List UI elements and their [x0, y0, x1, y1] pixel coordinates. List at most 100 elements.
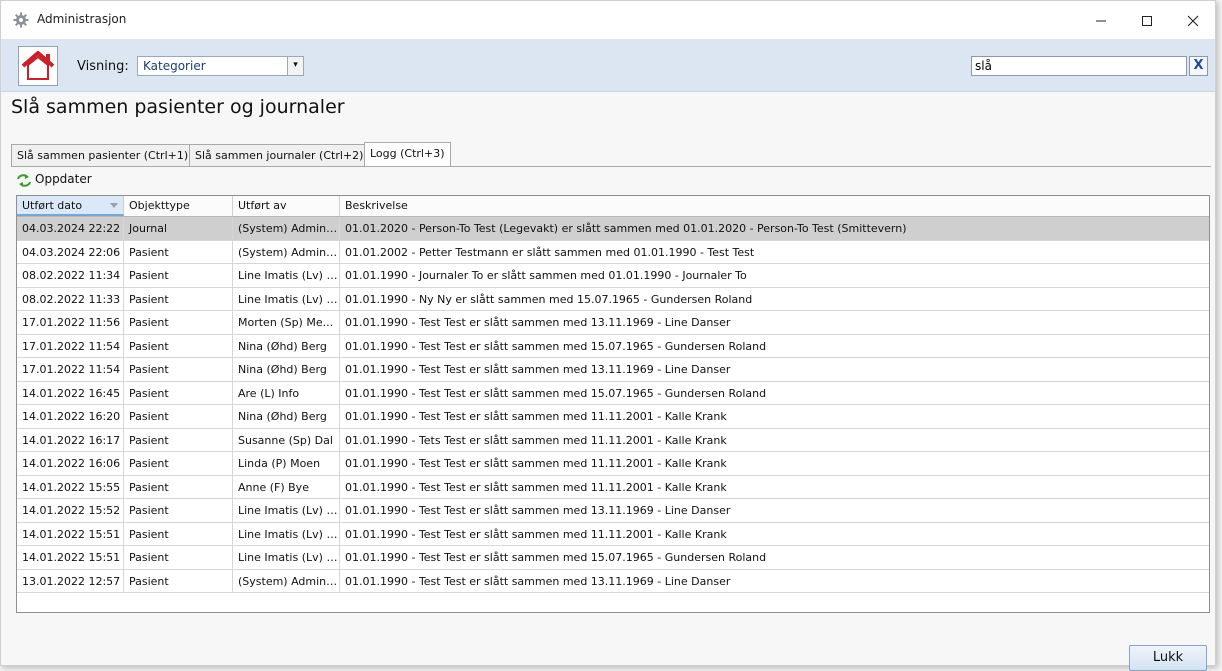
cell-object-type: Pasient	[124, 405, 233, 428]
cell-date: 17.01.2022 11:54	[17, 334, 124, 358]
table-row[interactable]: 14.01.2022 16:45 Pasient Are (L) Info 01.01…	[17, 381, 1209, 405]
cell-performed-by: Line Imatis (Lv) B...	[233, 522, 340, 546]
cell-object-type: Pasient	[124, 475, 233, 499]
cell-performed-by: (System) Admini...	[233, 217, 340, 240]
table-row[interactable]: 04.03.2024 22:22 Journal (System) Admini..…	[17, 217, 1209, 241]
cell-performed-by: (System) Admini...	[233, 240, 340, 264]
sort-descending-icon	[110, 203, 118, 208]
page-title: Slå sammen pasienter og journaler	[11, 96, 345, 118]
cell-object-type: Pasient	[124, 522, 233, 546]
view-label: Visning:	[77, 59, 129, 74]
table-row[interactable]: 14.01.2022 15:55 Pasient Anne (F) Bye 01.01…	[17, 475, 1209, 499]
home-button[interactable]	[18, 46, 58, 86]
cell-performed-by: Nina (Øhd) Berg	[233, 405, 340, 428]
cell-date: 14.01.2022 16:45	[17, 381, 124, 405]
table-row[interactable]: 04.03.2024 22:06 Pasient (System) Admini..…	[17, 240, 1209, 264]
table-row[interactable]: 08.02.2022 11:34 Pasient Line Imatis (Lv) …	[17, 264, 1209, 288]
table-row[interactable]: 14.01.2022 15:51 Pasient Line Imatis (Lv) …	[17, 522, 1209, 546]
cell-performed-by: Nina (Øhd) Berg	[233, 334, 340, 358]
table-row[interactable]: 14.01.2022 16:06 Pasient Linda (P) Moen 01.…	[17, 452, 1209, 476]
minimize-icon	[1096, 20, 1106, 21]
title-bar: Administrasjon	[1, 1, 1215, 39]
view-select-value: Kategorier	[143, 59, 206, 73]
column-header-label: Utført dato	[22, 199, 83, 212]
tab-divider	[11, 166, 1211, 167]
cell-description: 01.01.1990 - Journaler To er slått samme…	[345, 269, 747, 282]
cell-performed-by: Are (L) Info	[233, 381, 340, 405]
close-button[interactable]: Lukk	[1129, 645, 1207, 671]
cell-object-type: Pasient	[124, 381, 233, 405]
table-row[interactable]: 14.01.2022 15:51 Pasient Line Imatis (Lv) …	[17, 546, 1209, 570]
cell-performed-by: Line Imatis (Lv) B...	[233, 546, 340, 569]
cell-description: 01.01.1990 - Ny Ny er slått sammen med 1…	[345, 292, 753, 306]
close-window-button[interactable]	[1170, 5, 1216, 35]
cell-performed-by: Line Imatis (Lv) B...	[233, 499, 340, 522]
refresh-label: Oppdater	[35, 172, 92, 186]
gear-icon	[13, 12, 29, 28]
cell-performed-by: Susanne (Sp) Dal	[233, 428, 340, 452]
cell-date: 08.02.2022 11:34	[17, 264, 124, 287]
refresh-icon	[17, 174, 31, 187]
table-row[interactable]: 14.01.2022 15:52 Pasient Line Imatis (Lv) …	[17, 499, 1209, 523]
column-header-date[interactable]: Utført dato	[17, 196, 124, 216]
table-row[interactable]: 13.01.2022 12:57 Pasient (System) Admini..…	[17, 569, 1209, 593]
cell-description: 01.01.1990 - Test Test er slått sammen m…	[345, 339, 767, 353]
cell-object-type: Pasient	[124, 287, 233, 311]
cell-date: 14.01.2022 15:55	[17, 475, 124, 499]
cell-date: 14.01.2022 15:51	[17, 522, 124, 546]
cell-date: 14.01.2022 15:52	[17, 499, 124, 522]
maximize-button[interactable]	[1124, 5, 1170, 35]
cell-performed-by: Morten (Sp) Me...	[233, 311, 340, 334]
table-row[interactable]: 14.01.2022 16:20 Pasient Nina (Øhd) Berg 01…	[17, 405, 1209, 429]
cell-description: 01.01.1990 - Tets Test er slått sammen m…	[345, 433, 727, 447]
cell-description: 01.01.1990 - Test Test er slått sammen m…	[345, 410, 727, 423]
table-row[interactable]: 17.01.2022 11:54 Pasient Nina (Øhd) Berg 01…	[17, 334, 1209, 358]
cell-object-type: Pasient	[124, 569, 233, 593]
cell-date: 04.03.2024 22:22	[17, 217, 124, 240]
cell-performed-by: (System) Admini...	[233, 569, 340, 593]
cell-date: 04.03.2024 22:06	[17, 240, 124, 264]
cell-object-type: Pasient	[124, 428, 233, 452]
cell-description: 01.01.1990 - Test Test er slått sammen m…	[345, 527, 727, 541]
cell-description: 01.01.1990 - Test Test er slått sammen m…	[345, 574, 731, 588]
cell-date: 13.01.2022 12:57	[17, 569, 124, 593]
cell-object-type: Pasient	[124, 264, 233, 287]
cell-description: 01.01.1990 - Test Test er slått sammen m…	[345, 457, 727, 470]
close-icon	[1187, 15, 1199, 26]
view-select[interactable]: Kategorier ▾	[137, 56, 304, 76]
tab-merge-journals[interactable]: Slå sammen journaler (Ctrl+2)	[189, 144, 370, 166]
cell-description: 01.01.2020 - Person-To Test (Legevakt) e…	[345, 222, 907, 235]
cell-performed-by: Line Imatis (Lv) B...	[233, 264, 340, 287]
column-header-object-type[interactable]: Objekttype	[124, 196, 233, 216]
table-row[interactable]: 14.01.2022 16:17 Pasient Susanne (Sp) Dal 0…	[17, 428, 1209, 452]
cell-description: 01.01.1990 - Test Test er slått sammen m…	[345, 386, 767, 400]
table-row[interactable]: 08.02.2022 11:33 Pasient Line Imatis (Lv) …	[17, 287, 1209, 311]
search-input[interactable]	[971, 56, 1187, 76]
tab-log[interactable]: Logg (Ctrl+3)	[364, 142, 451, 166]
cell-description: 01.01.1990 - Test Test er slått sammen m…	[345, 363, 731, 376]
cell-object-type: Pasient	[124, 546, 233, 569]
cell-object-type: Pasient	[124, 311, 233, 334]
maximize-icon	[1142, 15, 1152, 26]
cell-performed-by: Line Imatis (Lv) B...	[233, 287, 340, 311]
cell-description: 01.01.1990 - Test Test er slått sammen m…	[345, 316, 731, 329]
cell-description: 01.01.2002 - Petter Testmann er slått sa…	[345, 245, 755, 259]
minimize-button[interactable]	[1078, 5, 1124, 35]
cell-object-type: Pasient	[124, 240, 233, 264]
cell-performed-by: Linda (P) Moen	[233, 452, 340, 475]
table-header: Utført dato Objekttype Utført av Beskriv…	[17, 196, 1209, 217]
cell-object-type: Pasient	[124, 452, 233, 475]
cell-object-type: Pasient	[124, 499, 233, 522]
cell-date: 17.01.2022 11:54	[17, 358, 124, 381]
table-row[interactable]: 17.01.2022 11:54 Pasient Nina (Øhd) Berg 01…	[17, 358, 1209, 382]
tab-merge-patients[interactable]: Slå sammen pasienter (Ctrl+1)	[11, 144, 195, 166]
chevron-down-icon[interactable]: ▾	[287, 57, 303, 75]
search-clear-button[interactable]: X	[1189, 56, 1208, 76]
admin-window: Administrasjon Visning: Kategorier ▾ X S…	[0, 0, 1216, 671]
cell-date: 08.02.2022 11:33	[17, 287, 124, 311]
column-header-description[interactable]: Beskrivelse	[340, 196, 1209, 216]
log-table: Utført dato Objekttype Utført av Beskriv…	[16, 195, 1210, 613]
table-row[interactable]: 17.01.2022 11:56 Pasient Morten (Sp) Me...…	[17, 311, 1209, 335]
column-header-performed-by[interactable]: Utført av	[233, 196, 340, 216]
cell-description: 01.01.1990 - Test Test er slått sammen m…	[345, 551, 767, 564]
